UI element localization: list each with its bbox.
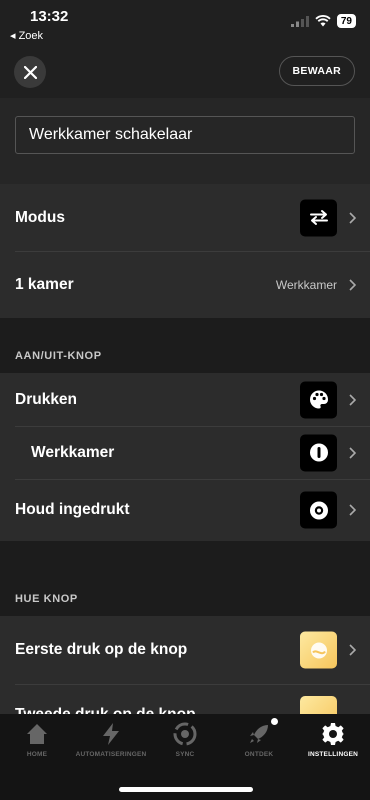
press-row[interactable]: Drukken (0, 373, 370, 426)
tab-automations[interactable]: AUTOMATISERINGEN (74, 722, 148, 758)
chevron-right-icon (349, 644, 356, 656)
tab-automations-label: AUTOMATISERINGEN (75, 751, 147, 758)
tab-discover-label: ONTDEK (244, 751, 274, 758)
scene-icon (310, 642, 327, 658)
tab-home-label: HOME (26, 751, 48, 758)
hold-icon-box (300, 491, 337, 529)
notification-dot (271, 718, 278, 725)
room-icon-box (300, 434, 337, 471)
signal-icon (290, 15, 309, 27)
hold-label: Houd ingedrukt (15, 501, 130, 518)
palette-icon (309, 390, 328, 409)
press-label: Drukken (15, 390, 78, 408)
tab-settings-label: INSTELLINGEN (307, 751, 359, 758)
back-to-app-link[interactable]: ◂ Zoek (10, 29, 43, 42)
chevron-right-icon (349, 278, 356, 291)
room-value: Werkkamer (275, 277, 337, 292)
room-row[interactable]: 1 kamer Werkkamer (0, 251, 370, 318)
tab-discover[interactable]: ONTDEK (222, 718, 296, 758)
mode-icon-box (300, 199, 337, 236)
chevron-right-icon (349, 393, 356, 406)
first-press-icon-box (300, 631, 337, 669)
toggle-switch-icon (309, 443, 328, 462)
sync-icon (173, 722, 197, 746)
home-indicator (119, 787, 253, 792)
chevron-right-icon (349, 211, 356, 224)
target-icon (309, 501, 328, 519)
gear-icon (322, 723, 344, 745)
home-icon (27, 724, 47, 744)
status-bar: 13:32 ◂ Zoek 79 (0, 0, 370, 44)
onoff-group: Drukken Werkkamer Houd ingedrukt (0, 373, 370, 541)
press-room-label: Werkkamer (31, 443, 115, 461)
switch-name-field[interactable]: Werkkamer schakelaar (15, 116, 355, 154)
tab-settings[interactable]: INSTELLINGEN (296, 722, 370, 758)
top-bar: BEWAAR (0, 44, 370, 98)
bolt-icon (103, 723, 119, 745)
tab-sync[interactable]: SYNC (148, 722, 222, 758)
first-press-label: Eerste druk op de knop (15, 641, 188, 658)
status-icons: 79 (290, 14, 356, 28)
tab-sync-label: SYNC (175, 751, 195, 758)
rocket-icon (250, 725, 268, 743)
wifi-icon (315, 15, 331, 27)
swap-arrows-icon (309, 210, 328, 225)
name-section: Werkkamer schakelaar (0, 98, 370, 184)
first-press-row[interactable]: Eerste druk op de knop (0, 616, 370, 684)
battery-indicator: 79 (336, 14, 356, 28)
chevron-right-icon (349, 504, 356, 516)
close-icon (23, 65, 37, 79)
room-count-label: 1 kamer (15, 275, 74, 293)
save-button[interactable]: BEWAAR (278, 56, 355, 86)
config-group: Modus 1 kamer Werkkamer (0, 184, 370, 318)
mode-row[interactable]: Modus (0, 184, 370, 251)
tab-home[interactable]: HOME (0, 722, 74, 758)
hold-row[interactable]: Houd ingedrukt (0, 479, 370, 541)
hue-group: Eerste druk op de knop Tweede druk op de… (0, 616, 370, 724)
status-time: 13:32 (30, 8, 69, 25)
chevron-right-icon (349, 446, 356, 459)
press-icon-box (300, 381, 337, 418)
hue-section-title: HUE KNOP (15, 593, 78, 605)
mode-label: Modus (15, 208, 65, 226)
onoff-section-title: AAN/UIT-KNOP (15, 350, 102, 362)
close-button[interactable] (14, 56, 46, 88)
press-room-row[interactable]: Werkkamer (0, 426, 370, 479)
